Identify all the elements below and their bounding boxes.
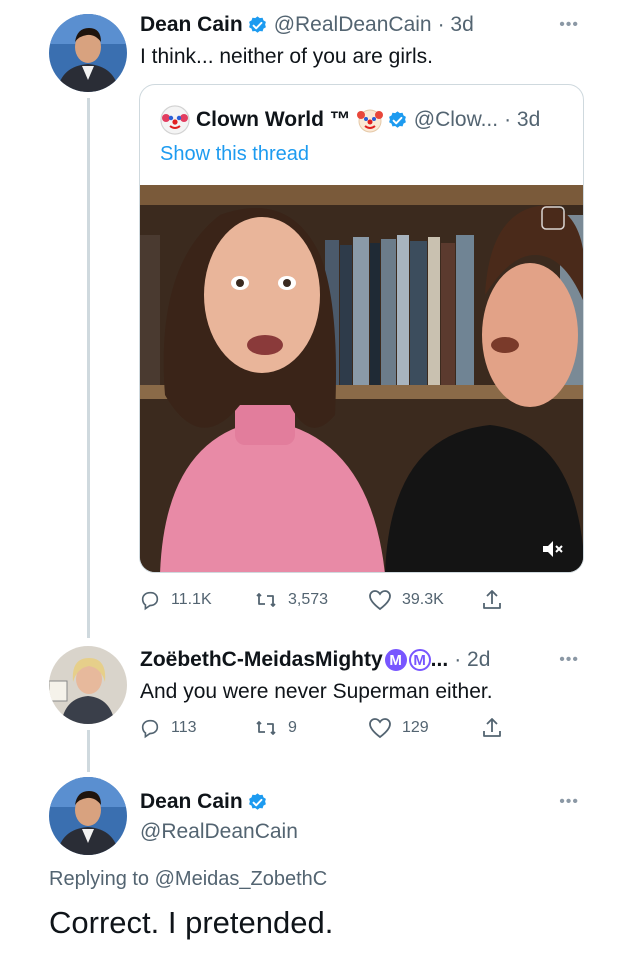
retweet-button[interactable]: 9	[254, 717, 297, 739]
retweet-count: 9	[288, 719, 297, 736]
thread-line-1	[87, 98, 90, 638]
retweet-count: 3,573	[288, 591, 329, 608]
verified-icon	[387, 110, 408, 131]
quoted-tweet-card[interactable]: Clown World ™ @Clow... · 3d Show this th…	[139, 84, 584, 573]
timestamp[interactable]: · 2d	[454, 648, 490, 672]
clown-icon	[356, 107, 383, 133]
reply-button[interactable]: 11.1K	[139, 589, 212, 611]
reply-count: 113	[171, 719, 197, 736]
like-count: 129	[402, 719, 429, 736]
retweet-icon	[256, 593, 276, 607]
video-media[interactable]	[140, 185, 583, 572]
tweet-text: I think... neither of you are girls.	[140, 45, 433, 68]
m-badge-icon: M	[408, 649, 431, 671]
share-button[interactable]	[481, 588, 513, 612]
replying-to-prefix: Replying to	[49, 868, 150, 890]
avatar[interactable]	[49, 777, 127, 855]
quote-header: Clown World ™ @Clow... · 3d	[160, 105, 540, 135]
tweet-text: And you were never Superman either.	[140, 680, 493, 703]
name-ellipsis: ...	[430, 648, 449, 671]
more-icon[interactable]: •••	[559, 651, 579, 669]
quote-author-name[interactable]: Clown World ™	[196, 108, 351, 132]
timestamp[interactable]: · 3d	[438, 13, 474, 37]
like-button[interactable]: 39.3K	[368, 589, 444, 611]
avatar[interactable]	[49, 646, 127, 724]
tweet-text: Correct. I pretended.	[49, 905, 334, 940]
like-button[interactable]: 129	[368, 717, 429, 739]
author-name[interactable]: Dean Cain	[140, 790, 243, 814]
thread-line-2	[87, 730, 90, 772]
clown-avatar[interactable]	[160, 105, 190, 135]
share-icon	[483, 590, 501, 609]
author-name[interactable]: ZoëbethC-MeidasMighty	[140, 648, 383, 672]
tweet-header: Dean Cain	[140, 790, 274, 814]
reply-icon	[141, 719, 159, 739]
like-icon	[369, 718, 391, 739]
author-name[interactable]: Dean Cain	[140, 13, 243, 37]
verified-icon	[247, 792, 268, 813]
retweet-icon	[256, 721, 276, 735]
replying-to-handle[interactable]: @Meidas_ZobethC	[155, 868, 328, 890]
share-button[interactable]	[481, 716, 513, 740]
more-icon[interactable]: •••	[559, 16, 579, 34]
author-handle[interactable]: @RealDeanCain	[140, 820, 298, 844]
tweet-header: Dean Cain @RealDeanCain · 3d	[140, 13, 474, 37]
author-handle[interactable]: @RealDeanCain	[274, 13, 432, 37]
verified-icon	[247, 15, 268, 36]
like-count: 39.3K	[402, 591, 444, 608]
quote-timestamp[interactable]: · 3d	[504, 108, 540, 132]
avatar[interactable]	[49, 14, 127, 92]
show-thread-link[interactable]: Show this thread	[160, 143, 309, 166]
tweet-header: ZoëbethC-MeidasMighty M M ... · 2d	[140, 648, 490, 672]
more-icon[interactable]: •••	[559, 793, 579, 811]
replying-to: Replying to @Meidas_ZobethC	[49, 868, 327, 891]
share-icon	[483, 718, 501, 737]
reply-button[interactable]: 113	[139, 717, 197, 739]
retweet-button[interactable]: 3,573	[254, 589, 328, 611]
reply-icon	[141, 591, 159, 611]
reply-count: 11.1K	[171, 591, 212, 608]
like-icon	[369, 590, 391, 611]
quote-author-handle[interactable]: @Clow...	[414, 108, 498, 132]
m-badge-icon: M	[384, 649, 407, 671]
